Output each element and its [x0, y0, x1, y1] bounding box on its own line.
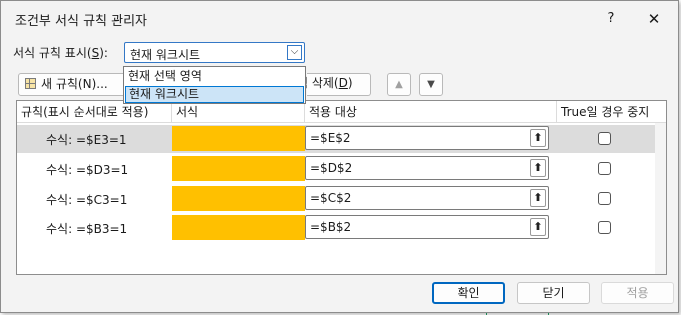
dialog-title: 조건부 서식 규칙 관리자 [15, 14, 147, 29]
delete-rule-button[interactable]: 칙 삭제(D) [297, 73, 373, 96]
close-icon[interactable]: ✕ [641, 7, 667, 31]
applies-to-field[interactable]: =$E$2 ⬆ [305, 126, 549, 150]
new-rule-button[interactable]: 새 규칙(N)... [18, 73, 128, 96]
help-button[interactable]: ? [599, 8, 623, 30]
show-rules-dropdown: 현재 선택 영역 현재 워크시트 [123, 66, 306, 104]
applies-to-field[interactable]: =$D$2 ⬆ [305, 156, 549, 180]
applies-to-field[interactable]: =$C$2 ⬆ [305, 186, 549, 210]
stop-if-true-checkbox[interactable] [598, 221, 611, 234]
move-up-button[interactable]: ▲ [387, 73, 411, 96]
header-format: 서식 [172, 101, 305, 123]
table-row[interactable]: 수식: =$B3=1 =$B$2 ⬆ [17, 214, 655, 242]
format-preview [172, 156, 305, 181]
table-row[interactable]: 수식: =$D3=1 =$D$2 ⬆ [17, 155, 655, 183]
arrow-up-icon: ▲ [395, 79, 403, 90]
rule-text: 수식: =$C3=1 [46, 193, 128, 207]
arrow-down-icon: ▼ [427, 79, 435, 90]
rule-text: 수식: =$E3=1 [46, 133, 127, 147]
stop-if-true-checkbox[interactable] [598, 132, 611, 145]
move-down-button[interactable]: ▼ [419, 73, 443, 96]
show-rules-value: 현재 워크시트 [130, 48, 201, 62]
table-row[interactable]: 수식: =$E3=1 =$E$2 ⬆ [17, 125, 655, 153]
rule-text: 수식: =$D3=1 [46, 163, 129, 177]
chevron-down-icon[interactable]: ⌵ [287, 45, 302, 60]
rule-text: 수식: =$B3=1 [46, 222, 128, 236]
format-preview [172, 215, 305, 240]
applies-to-field[interactable]: =$B$2 ⬆ [305, 215, 549, 239]
stop-if-true-checkbox[interactable] [598, 192, 611, 205]
header-rule: 규칙(표시 순서대로 적용) [17, 101, 172, 123]
option-current-worksheet[interactable]: 현재 워크시트 [125, 86, 304, 103]
ok-button[interactable]: 확인 [432, 282, 505, 304]
format-preview [172, 186, 305, 211]
show-rules-label: 서식 규칙 표시(S): [13, 46, 108, 60]
collapse-icon[interactable]: ⬆ [530, 129, 546, 147]
header-applies-to: 적용 대상 [305, 101, 557, 123]
collapse-icon[interactable]: ⬆ [530, 189, 546, 207]
stop-if-true-checkbox[interactable] [598, 162, 611, 175]
conditional-formatting-dialog: 조건부 서식 규칙 관리자 ? ✕ 서식 규칙 표시(S): 현재 워크시트 ⌵… [0, 0, 679, 313]
vertical-scrollbar[interactable] [655, 123, 666, 274]
title-bar: 조건부 서식 규칙 관리자 ? ✕ [1, 1, 678, 35]
close-button[interactable]: 닫기 [517, 282, 590, 304]
table-row[interactable]: 수식: =$C3=1 =$C$2 ⬆ [17, 185, 655, 213]
format-preview [172, 126, 305, 151]
rules-table: 규칙(표시 순서대로 적용) 서식 적용 대상 True일 경우 중지 수식: … [16, 100, 667, 275]
header-stop-if-true: True일 경우 중지 [557, 101, 666, 123]
option-current-selection[interactable]: 현재 선택 영역 [125, 68, 304, 85]
show-rules-select[interactable]: 현재 워크시트 ⌵ [124, 42, 305, 63]
table-icon [25, 78, 36, 89]
collapse-icon[interactable]: ⬆ [530, 218, 546, 236]
collapse-icon[interactable]: ⬆ [530, 159, 546, 177]
apply-button[interactable]: 적용 [601, 282, 674, 304]
